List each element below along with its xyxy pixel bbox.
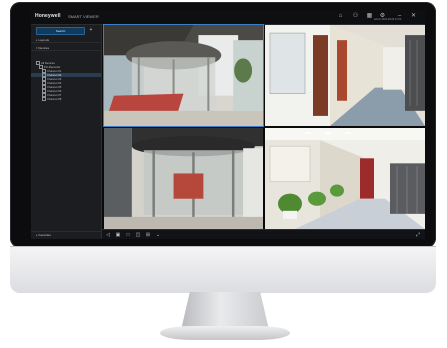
user-status: admin 2019-08-06 10:00 [374,18,402,21]
user-icon[interactable]: ⚇ [352,13,359,20]
camera-feed-corridor-top [265,25,425,126]
camera-feed-corridor-bottom [265,128,425,229]
grid-icon[interactable]: ▦ [366,13,373,20]
chevron-right-icon: ▸ [36,233,38,237]
back-icon[interactable]: ◁ [105,232,111,238]
snapshot-icon[interactable]: ▣ [115,232,121,238]
monitor-screen: Honeywell SMART VIEWER ⌂ ⚇ ▦ ⚙ – ✕ admin… [31,10,425,239]
more-icon[interactable]: ⌄ [155,232,161,238]
monitor-chin [10,246,436,293]
tree-item-label: Channel 08 [47,97,62,101]
section-layouts-label: Layouts [38,38,50,42]
layout-3x3-icon[interactable]: ⊞ [145,232,151,238]
section-layouts[interactable]: ▸Layouts [31,37,101,43]
device-sidebar: Search + ▸Layouts ▾Devices All Devices PU… [31,25,102,239]
view-toolbar: ◁ ▣ □ ◫ ⊞ ⌄ ⤢ [102,229,425,239]
camera-view-4[interactable] [265,128,425,229]
camera-icon [42,97,46,101]
monitor-stand-neck [181,292,269,330]
device-tree: All Devices PU-Recorder Channel 01 Channel … [31,61,101,101]
close-icon[interactable]: ✕ [410,13,417,20]
chevron-right-icon: ▸ [36,38,38,42]
monitor-stand-base [160,326,290,340]
add-button[interactable]: + [87,27,95,33]
home-icon[interactable]: ⌂ [337,13,344,20]
video-grid [102,24,425,239]
section-favorites-label: Favorites [38,233,51,237]
layout-1x1-icon[interactable]: □ [125,232,131,238]
camera-view-1[interactable] [103,24,264,127]
camera-view-2[interactable] [265,25,425,126]
search-button[interactable]: Search [36,27,85,35]
app-titlebar: Honeywell SMART VIEWER ⌂ ⚇ ▦ ⚙ – ✕ admin… [31,10,425,25]
brand-logo: Honeywell [35,13,61,19]
camera-feed-revolving-door-top [104,25,263,126]
layout-2x2-icon[interactable]: ◫ [135,232,141,238]
chevron-down-icon: ▾ [36,46,38,50]
app-name: SMART VIEWER [68,13,99,19]
section-devices[interactable]: ▾Devices [31,45,101,51]
camera-feed-revolving-door-bottom [104,128,263,229]
section-devices-label: Devices [38,46,50,50]
fullscreen-icon[interactable]: ⤢ [415,232,421,238]
tree-item[interactable]: Channel 08 [31,97,101,101]
section-favorites[interactable]: ▸Favorites [31,231,101,237]
camera-view-3[interactable] [104,128,263,229]
